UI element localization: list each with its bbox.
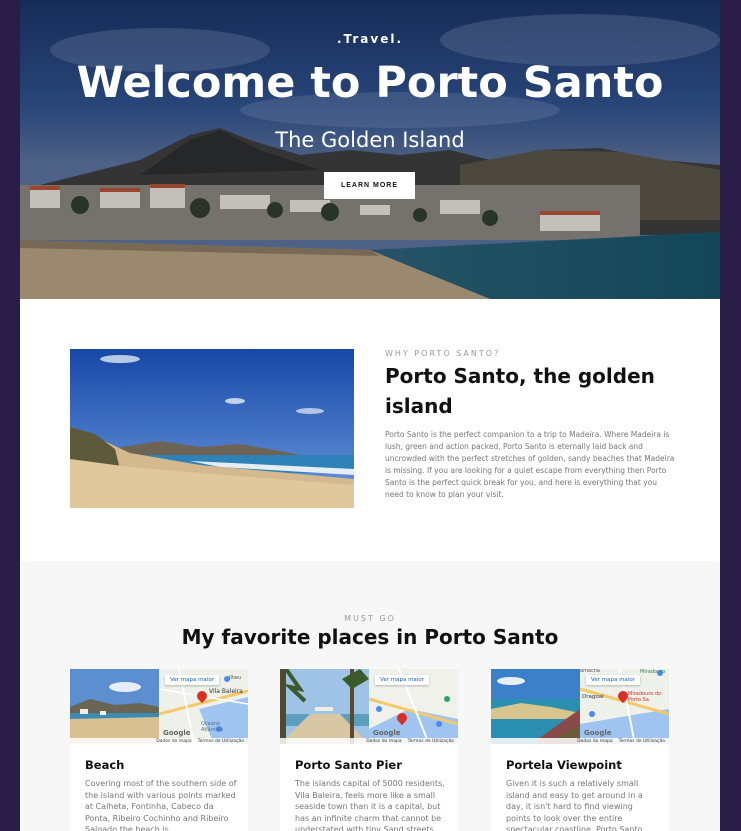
- map-label: Ilheu: [229, 675, 242, 681]
- why-section: WHY PORTO SANTO? Porto Santo, the golden…: [20, 299, 720, 561]
- place-card-pier: Ver mapa maior Google Dados do mapa Term…: [280, 669, 458, 831]
- map-terms-link[interactable]: Termos de Utilização: [619, 739, 665, 744]
- places-section: MUST GO My favorite places in Porto Sant…: [20, 561, 720, 831]
- page: .Travel. Welcome to Porto Santo The Gold…: [20, 0, 720, 831]
- map-label: Miradouro do Porto Sa: [628, 691, 662, 703]
- google-logo: Google: [373, 729, 401, 737]
- google-logo: Google: [163, 729, 191, 737]
- places-eyebrow: MUST GO: [344, 614, 396, 623]
- why-body: Porto Santo is the perfect companion to …: [385, 430, 675, 499]
- why-eyebrow: WHY PORTO SANTO?: [385, 349, 501, 358]
- beach-photo: [70, 669, 159, 744]
- map-data-link[interactable]: Dados do mapa: [156, 739, 191, 744]
- beach-map[interactable]: Ver mapa maior Vila Baleira Oceano Atlân…: [159, 669, 248, 744]
- map-terms-link[interactable]: Termos de Utilização: [198, 739, 244, 744]
- map-credit-bar: Dados do mapa Termos de Utilização: [70, 738, 248, 744]
- place-card-beach: Ver mapa maior Vila Baleira Oceano Atlân…: [70, 669, 248, 831]
- places-title: My favorite places in Porto Santo: [181, 625, 559, 649]
- why-title: Porto Santo, the golden island: [385, 364, 655, 418]
- learn-more-button[interactable]: LEARN MORE: [324, 172, 415, 199]
- viewpoint-photo: [491, 669, 580, 744]
- card-media: Ver mapa maior Google Dados do mapa Term…: [280, 669, 458, 744]
- map-label: Dragoal: [582, 694, 604, 700]
- view-larger-map-link[interactable]: Ver mapa maior: [375, 675, 429, 685]
- map-data-link[interactable]: Dados do mapa: [366, 739, 401, 744]
- card-title: Porto Santo Pier: [295, 758, 402, 772]
- view-larger-map-link[interactable]: Ver mapa maior: [165, 675, 219, 685]
- map-credit-bar: Dados do mapa Termos de Utilização: [491, 738, 669, 744]
- card-title: Portela Viewpoint: [506, 758, 622, 772]
- google-logo: Google: [584, 729, 612, 737]
- map-terms-link[interactable]: Termos de Utilização: [408, 739, 454, 744]
- hero-subtitle: The Golden Island: [275, 128, 465, 152]
- map-data-link[interactable]: Dados do mapa: [577, 739, 612, 744]
- why-beach-image: [70, 349, 354, 508]
- card-body: The islands capital of 5000 residents, V…: [295, 779, 445, 831]
- view-larger-map-link[interactable]: Ver mapa maior: [586, 675, 640, 685]
- hero-title: Welcome to Porto Santo: [76, 58, 664, 108]
- map-label: Miradouro: [640, 669, 666, 675]
- map-label: Oceano Atlântico: [201, 721, 224, 733]
- map-credit-bar: Dados do mapa Termos de Utilização: [280, 738, 458, 744]
- card-body: Given it is such a relatively small isla…: [506, 779, 643, 831]
- card-media: Ver mapa maior Vila Baleira Oceano Atlân…: [70, 669, 248, 744]
- pier-map[interactable]: Ver mapa maior Google: [369, 669, 458, 744]
- map-label: amacha: [580, 669, 600, 674]
- hero-section: .Travel. Welcome to Porto Santo The Gold…: [20, 0, 720, 299]
- pier-photo: [280, 669, 369, 744]
- map-label: Vila Baleira: [209, 688, 243, 695]
- card-title: Beach: [85, 758, 125, 772]
- place-card-portela: amacha Miradouro Ver mapa maior Dragoal …: [491, 669, 669, 831]
- viewpoint-map[interactable]: amacha Miradouro Ver mapa maior Dragoal …: [580, 669, 669, 744]
- card-media: amacha Miradouro Ver mapa maior Dragoal …: [491, 669, 669, 744]
- hero-tagline: .Travel.: [336, 32, 404, 46]
- card-body: Covering most of the southern side of th…: [85, 779, 237, 831]
